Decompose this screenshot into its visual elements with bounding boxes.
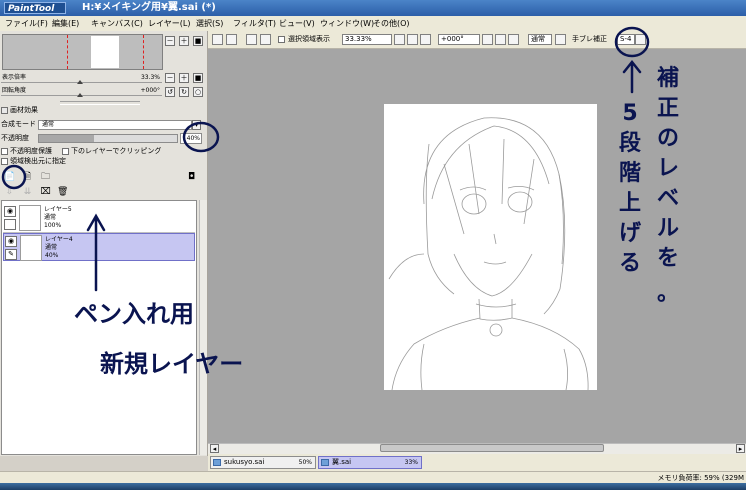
scroll-thumb[interactable] [380, 444, 604, 452]
opacity-circle [182, 121, 220, 153]
new-layer-circle [1, 164, 27, 190]
arrow-up-right [622, 59, 642, 94]
image-file-icon [213, 459, 221, 466]
note-stabilizer-14: 。 [657, 281, 679, 306]
annotation-overlay: 補 正 の レ ベ ル を 5 段 階 上 げ る 。 ペン入れ用 新規レイヤー [1, 26, 679, 378]
document-tabs: sukusyo.sai 50% 翼.sai 33% [208, 454, 746, 471]
arrow-up-left [86, 213, 106, 292]
note-stabilizer-10: 階 [619, 161, 641, 186]
doc-tab-name: sukusyo.sai [224, 458, 265, 466]
note-newlayer-line2: 新規レイヤー [100, 350, 243, 378]
doc-tab-name: 翼.sai [332, 458, 352, 466]
image-file-icon [321, 459, 329, 466]
doc-tab-zoom: 33% [404, 459, 418, 466]
note-stabilizer-5: ベ [657, 186, 679, 211]
note-stabilizer-11: 上 [619, 191, 641, 216]
note-stabilizer-8: 5 [622, 101, 637, 126]
memory-status: メモリ負荷率: 59% (329M [657, 474, 745, 482]
os-taskbar [0, 483, 746, 490]
note-stabilizer-1: 補 [656, 65, 679, 91]
note-stabilizer-9: 段 [619, 130, 641, 156]
note-stabilizer-12: げ [619, 221, 642, 246]
note-stabilizer-7: を [657, 246, 679, 271]
scroll-right-button[interactable]: ▸ [736, 444, 745, 453]
note-stabilizer-2: 正 [657, 96, 679, 121]
note-newlayer-line1: ペン入れ用 [74, 300, 194, 328]
note-stabilizer-4: レ [657, 156, 679, 181]
note-stabilizer-3: の [657, 126, 679, 151]
note-stabilizer-6: ル [657, 216, 679, 241]
doc-tab-tsubasa-active[interactable]: 翼.sai 33% [318, 456, 422, 469]
scroll-left-button[interactable]: ◂ [210, 444, 219, 453]
doc-tab-sukusyo[interactable]: sukusyo.sai 50% [210, 456, 316, 469]
note-stabilizer-13: る [619, 251, 641, 276]
doc-tab-zoom: 50% [298, 459, 312, 466]
stabilizer-circle [614, 26, 650, 58]
